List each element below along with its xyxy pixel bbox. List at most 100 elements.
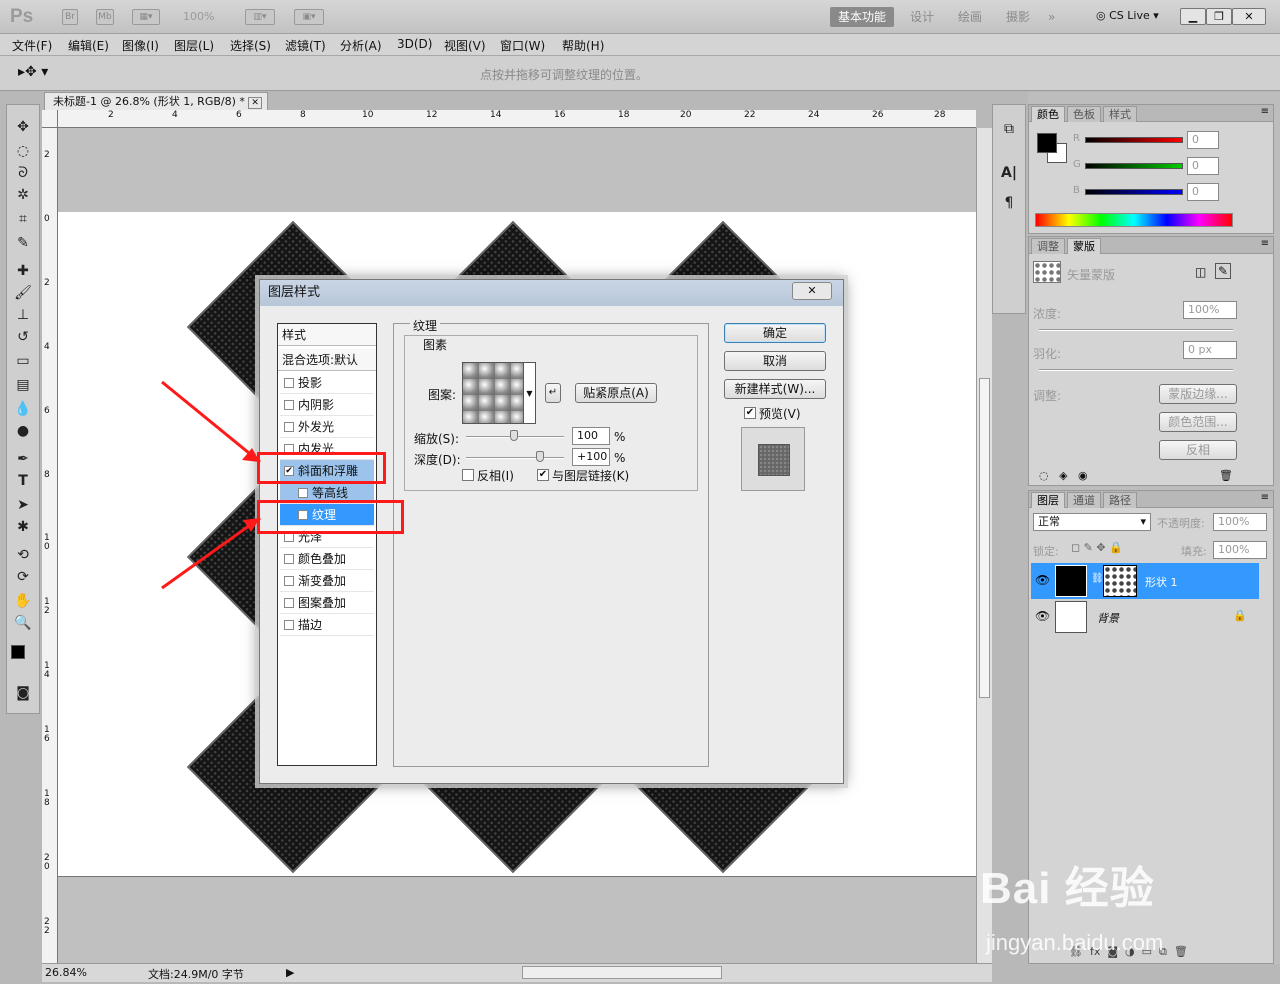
blend-mode-select[interactable]: 正常 ▾ <box>1033 513 1151 531</box>
eyedropper-tool-icon[interactable]: ✎ <box>11 233 35 253</box>
menu-window[interactable]: 窗口(W) <box>500 37 545 54</box>
tab-color[interactable]: 颜色 <box>1031 106 1065 122</box>
style-checkbox[interactable] <box>284 378 294 388</box>
zoom-level[interactable]: 100% <box>183 10 214 23</box>
menu-analysis[interactable]: 分析(A) <box>340 37 382 54</box>
status-menu-arrow[interactable]: ▶ <box>286 966 294 979</box>
link-with-layer-checkbox[interactable]: ✔ <box>537 469 549 481</box>
style-checkbox[interactable] <box>298 488 308 498</box>
vertical-scrollbar[interactable] <box>976 128 992 963</box>
density-slider[interactable] <box>1039 329 1233 331</box>
shape-tool-icon[interactable]: ✱ <box>11 517 35 537</box>
blending-options-item[interactable]: 混合选项:默认 <box>278 349 376 371</box>
menu-image[interactable]: 图像(I) <box>122 37 159 54</box>
document-tab[interactable]: 未标题-1 @ 26.8% (形状 1, RGB/8) * ✕ <box>44 92 268 110</box>
mini-bridge-button[interactable]: Mb <box>96 9 114 25</box>
3d-rotate-tool-icon[interactable]: ⟲ <box>11 545 35 565</box>
depth-input[interactable]: +100 <box>572 448 610 466</box>
status-zoom[interactable]: 26.84% <box>45 966 87 979</box>
channel-input[interactable]: 0 <box>1187 157 1219 175</box>
menu-3d[interactable]: 3D(D) <box>397 37 432 51</box>
channel-slider[interactable] <box>1085 163 1183 169</box>
style-checkbox[interactable] <box>284 576 294 586</box>
style-item[interactable]: 投影 <box>280 372 374 394</box>
style-item[interactable]: 描边 <box>280 614 374 636</box>
style-checkbox[interactable] <box>284 400 294 410</box>
workspace-photography[interactable]: 摄影 <box>998 7 1038 27</box>
scroll-thumb[interactable] <box>979 378 990 698</box>
vector-mask-icon[interactable]: ✎ <box>1215 263 1232 279</box>
crop-tool-icon[interactable]: ⌗ <box>11 209 35 229</box>
stamp-tool-icon[interactable]: ⊥ <box>11 305 35 325</box>
density-input[interactable]: 100% <box>1183 301 1237 319</box>
workspace-painting[interactable]: 绘画 <box>950 7 990 27</box>
pixel-mask-icon[interactable]: ◫ <box>1195 265 1206 279</box>
hand-tool-icon[interactable]: ✋ <box>11 591 35 611</box>
style-item[interactable]: 图案叠加 <box>280 592 374 614</box>
pen-tool-icon[interactable]: ✒ <box>11 449 35 469</box>
tab-paths[interactable]: 路径 <box>1103 492 1137 508</box>
layer-row-background[interactable]: 👁 背景 🔒 <box>1031 599 1259 635</box>
preview-checkbox[interactable]: ✔ <box>744 407 756 419</box>
quick-mask-icon[interactable]: ◙ <box>11 683 35 703</box>
layer-row-shape[interactable]: 👁 ⛓ 形状 1 <box>1031 563 1259 599</box>
history-panel-icon[interactable]: ⧉ <box>997 119 1021 139</box>
tab-styles[interactable]: 样式 <box>1103 106 1137 122</box>
paragraph-panel-icon[interactable]: ¶ <box>997 193 1021 213</box>
panel-menu-icon[interactable]: ≡ <box>1261 492 1269 503</box>
color-foreground-swatch[interactable] <box>1037 133 1057 153</box>
mask-footer-icons[interactable]: ◌ ◈ ◉ <box>1039 469 1088 482</box>
tab-adjustments[interactable]: 调整 <box>1031 238 1065 254</box>
cs-live-menu[interactable]: ◎ CS Live ▾ <box>1096 9 1159 22</box>
tab-swatches[interactable]: 色板 <box>1067 106 1101 122</box>
dodge-tool-icon[interactable]: ● <box>11 421 35 441</box>
fill-input[interactable]: 100% <box>1213 541 1267 559</box>
arrange-documents-button[interactable]: ▥▾ <box>245 9 275 25</box>
color-range-button[interactable]: 颜色范围... <box>1159 412 1237 432</box>
type-tool-icon[interactable]: T <box>11 471 35 491</box>
style-checkbox[interactable] <box>284 422 294 432</box>
channel-slider[interactable] <box>1085 189 1183 195</box>
marquee-tool-icon[interactable]: ◌ <box>11 141 35 161</box>
panel-menu-icon[interactable]: ≡ <box>1261 106 1269 117</box>
scale-input[interactable]: 100 <box>572 427 610 445</box>
path-selection-tool-icon[interactable]: ➤ <box>11 495 35 515</box>
move-tool-preset-icon[interactable]: ▸✥ ▾ <box>18 64 48 80</box>
channel-slider[interactable] <box>1085 137 1183 143</box>
history-brush-tool-icon[interactable]: ↺ <box>11 327 35 347</box>
close-window-button[interactable]: ✕ <box>1232 8 1266 25</box>
invert-checkbox[interactable] <box>462 469 474 481</box>
minimize-button[interactable]: ▁ <box>1180 8 1206 25</box>
foreground-color-swatch[interactable] <box>11 645 25 659</box>
tab-layers[interactable]: 图层 <box>1031 492 1065 508</box>
channel-input[interactable]: 0 <box>1187 131 1219 149</box>
style-checkbox[interactable] <box>284 620 294 630</box>
healing-brush-tool-icon[interactable]: ✚ <box>11 261 35 281</box>
eye-icon[interactable]: 👁 <box>1035 573 1050 587</box>
menu-help[interactable]: 帮助(H) <box>562 37 604 54</box>
feather-input[interactable]: 0 px <box>1183 341 1237 359</box>
style-item[interactable]: 渐变叠加 <box>280 570 374 592</box>
workspace-more[interactable]: » <box>1040 7 1063 27</box>
new-style-button[interactable]: 新建样式(W)... <box>724 379 826 399</box>
feather-slider[interactable] <box>1039 369 1233 371</box>
invert-mask-button[interactable]: 反相 <box>1159 440 1237 460</box>
depth-slider-thumb[interactable] <box>536 451 544 462</box>
styles-header[interactable]: 样式 <box>278 324 376 346</box>
tab-masks[interactable]: 蒙版 <box>1067 238 1101 254</box>
gradient-tool-icon[interactable]: ▤ <box>11 375 35 395</box>
cancel-button[interactable]: 取消 <box>724 351 826 371</box>
color-spectrum[interactable] <box>1035 213 1233 227</box>
panel-menu-icon[interactable]: ≡ <box>1261 238 1269 249</box>
ok-button[interactable]: 确定 <box>724 323 826 343</box>
character-panel-icon[interactable]: A| <box>997 163 1021 183</box>
horizontal-scroll-thumb[interactable] <box>522 966 722 979</box>
depth-slider[interactable] <box>466 457 564 459</box>
move-tool-icon[interactable]: ✥ <box>11 117 35 137</box>
scale-slider-thumb[interactable] <box>510 430 518 441</box>
restore-button[interactable]: ❐ <box>1206 8 1232 25</box>
channel-input[interactable]: 0 <box>1187 183 1219 201</box>
close-document-icon[interactable]: ✕ <box>248 97 262 109</box>
style-item[interactable]: 内阴影 <box>280 394 374 416</box>
zoom-tool-icon[interactable]: 🔍 <box>11 613 35 633</box>
